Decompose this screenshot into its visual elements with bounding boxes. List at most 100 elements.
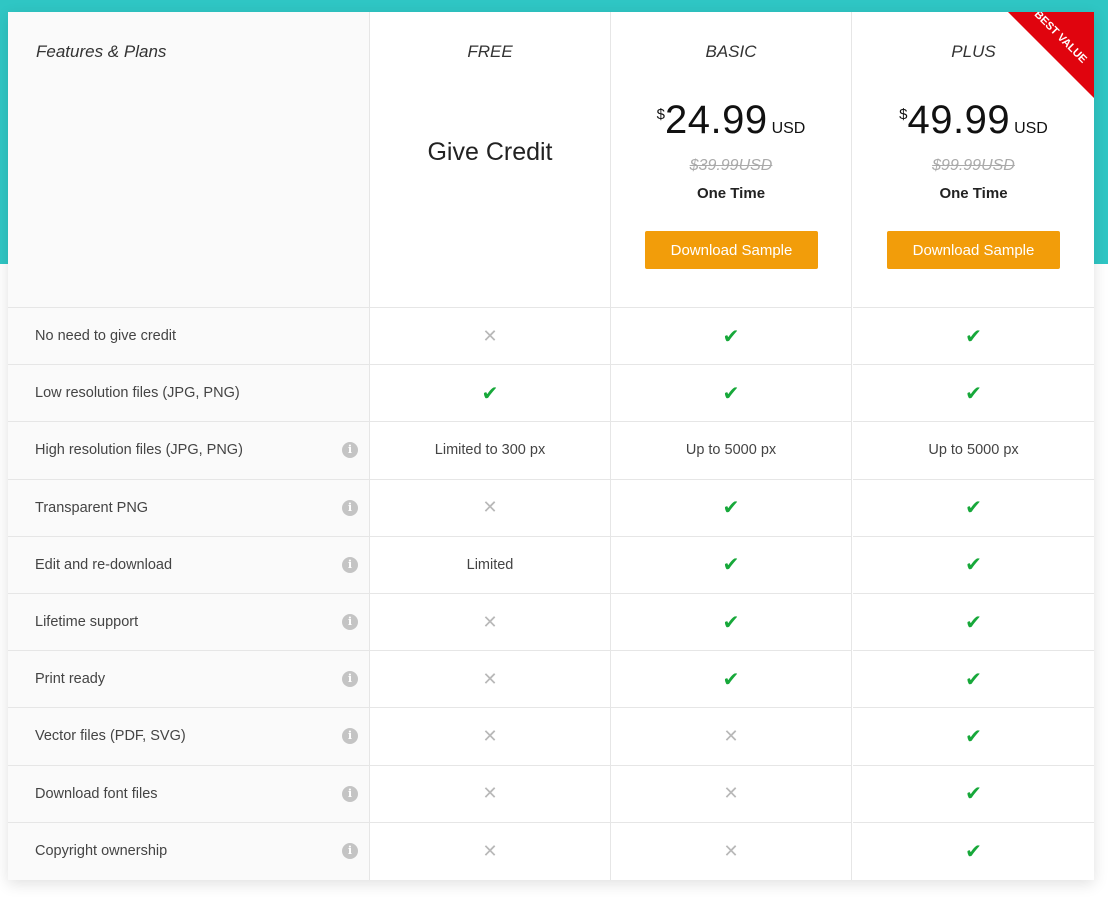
plan-column-free: FREE Give Credit ✕ ✔ Limited to 300 px ✕ Lim… <box>370 12 611 880</box>
plan-feature-cell-row: ✔ <box>853 651 1094 709</box>
feature-row: Edit and re-download i <box>8 537 369 594</box>
download-sample-button[interactable]: Download Sample <box>645 231 818 269</box>
plan-headline: Give Credit <box>427 138 553 166</box>
info-icon[interactable]: i <box>342 671 358 688</box>
currency-code: USD <box>771 120 806 137</box>
cross-icon: ✕ <box>482 668 498 689</box>
feature-row: Transparent PNG i <box>8 480 369 537</box>
feature-row: High resolution files (JPG, PNG) i <box>8 422 369 480</box>
cross-icon: ✕ <box>723 783 739 804</box>
check-icon: ✔ <box>965 382 982 405</box>
feature-row: Low resolution files (JPG, PNG) <box>8 365 369 423</box>
check-icon: ✔ <box>965 668 982 691</box>
feature-label: Copyright ownership <box>35 843 168 860</box>
plan-feature-cell-row: ✕ <box>370 766 610 823</box>
plan-feature-cell-row: ✕ <box>370 594 610 652</box>
check-icon: ✔ <box>722 554 740 577</box>
plan-name: BASIC <box>705 42 757 61</box>
price-amount: 49.99 <box>907 98 1011 142</box>
plan-feature-cell-row: ✕ <box>370 308 610 366</box>
cross-icon: ✕ <box>482 725 498 746</box>
cross-icon: ✕ <box>482 325 498 346</box>
old-price: $99.99USD <box>932 157 1015 174</box>
cross-icon: ✕ <box>482 497 498 518</box>
features-column: Features & Plans No need to give credit L… <box>8 12 370 880</box>
plan-feature-cell-row: ✔ <box>853 766 1094 823</box>
feature-row: Print ready i <box>8 651 369 709</box>
plan-feature-cell-row: ✔ <box>853 480 1094 537</box>
check-icon: ✔ <box>722 611 740 634</box>
feature-label: Vector files (PDF, SVG) <box>35 728 186 745</box>
check-icon: ✔ <box>965 554 982 577</box>
check-icon: ✔ <box>481 382 499 405</box>
plan-feature-cell-row: ✔ <box>611 651 851 709</box>
plan-price: $49.99 USD <box>853 98 1094 143</box>
plan-feature-cell-row: ✕ <box>611 823 851 880</box>
plan-feature-cell-row: ✔ <box>853 308 1094 366</box>
check-icon: ✔ <box>722 382 740 405</box>
plan-header-free: FREE Give Credit <box>370 12 610 308</box>
currency-code: USD <box>1014 120 1048 137</box>
info-icon[interactable]: i <box>342 442 358 459</box>
cross-icon: ✕ <box>723 840 739 861</box>
info-icon[interactable]: i <box>342 843 358 860</box>
plan-feature-cell-row: ✕ <box>611 766 851 823</box>
check-icon: ✔ <box>965 840 982 863</box>
feature-label: Lifetime support <box>35 614 139 631</box>
check-icon: ✔ <box>722 668 740 691</box>
check-icon: ✔ <box>722 325 740 348</box>
plan-feature-cell-row: ✕ <box>370 651 610 709</box>
billing-type: One Time <box>696 185 766 202</box>
plan-feature-cell-row: ✔ <box>611 480 851 537</box>
billing-type: One Time <box>939 185 1008 202</box>
plan-price: $24.99 USD <box>611 98 851 143</box>
feature-value: Limited <box>466 556 514 573</box>
plan-feature-cell-row: ✔ <box>611 594 851 652</box>
feature-value: Up to 5000 px <box>928 442 1019 459</box>
check-icon: ✔ <box>965 325 982 348</box>
feature-row: No need to give credit <box>8 308 369 366</box>
feature-row: Lifetime support i <box>8 594 369 652</box>
info-icon[interactable]: i <box>342 556 358 573</box>
check-icon: ✔ <box>722 497 740 520</box>
price-amount: 24.99 <box>664 98 768 142</box>
plan-feature-cell-row: Limited to 300 px <box>370 422 610 480</box>
feature-label: Low resolution files (JPG, PNG) <box>35 385 240 402</box>
pricing-table: Features & Plans No need to give credit L… <box>8 12 1094 880</box>
feature-rows: No need to give credit Low resolution fil… <box>8 308 369 880</box>
info-icon[interactable]: i <box>342 728 358 745</box>
old-price: $39.99USD <box>689 157 773 174</box>
check-icon: ✔ <box>965 783 982 806</box>
plan-feature-cell-row: ✔ <box>853 823 1094 880</box>
plan-column-basic: BASIC $24.99 USD $39.99USD One Time Downl… <box>611 12 852 880</box>
check-icon: ✔ <box>965 725 982 748</box>
info-icon[interactable]: i <box>342 614 358 631</box>
plan-header-basic: BASIC $24.99 USD $39.99USD One Time Downl… <box>611 12 851 308</box>
feature-row: Download font files i <box>8 766 369 823</box>
plan-feature-cell-row: Up to 5000 px <box>853 422 1094 480</box>
plan-name: PLUS <box>951 42 996 61</box>
plan-feature-cell-row: ✔ <box>611 365 851 423</box>
currency-symbol: $ <box>656 106 665 123</box>
plan-rows-plus: ✔ ✔ Up to 5000 px ✔ ✔ ✔ ✔ ✔ ✔ ✔ <box>853 308 1094 880</box>
plan-feature-cell-row: ✔ <box>611 308 851 366</box>
plan-feature-cell-row: Limited <box>370 537 610 594</box>
info-icon[interactable]: i <box>342 499 358 516</box>
currency-symbol: $ <box>899 106 908 123</box>
check-icon: ✔ <box>965 497 982 520</box>
cross-icon: ✕ <box>482 611 498 632</box>
cross-icon: ✕ <box>723 725 739 746</box>
plan-feature-cell-row: ✔ <box>853 708 1094 766</box>
plan-feature-cell-row: ✔ <box>370 365 610 423</box>
feature-label: Transparent PNG <box>35 499 149 516</box>
plan-feature-cell-row: ✕ <box>370 708 610 766</box>
plan-header-plus: BEST VALUE PLUS $49.99 USD $99.99USD One … <box>853 12 1094 308</box>
plan-feature-cell-row: ✕ <box>611 708 851 766</box>
info-icon[interactable]: i <box>342 785 358 802</box>
cross-icon: ✕ <box>482 783 498 804</box>
feature-label: Edit and re-download <box>35 556 173 573</box>
plan-feature-cell-row: ✕ <box>370 480 610 537</box>
feature-label: No need to give credit <box>35 328 177 345</box>
plan-name: FREE <box>467 42 513 61</box>
download-sample-button[interactable]: Download Sample <box>887 231 1060 269</box>
